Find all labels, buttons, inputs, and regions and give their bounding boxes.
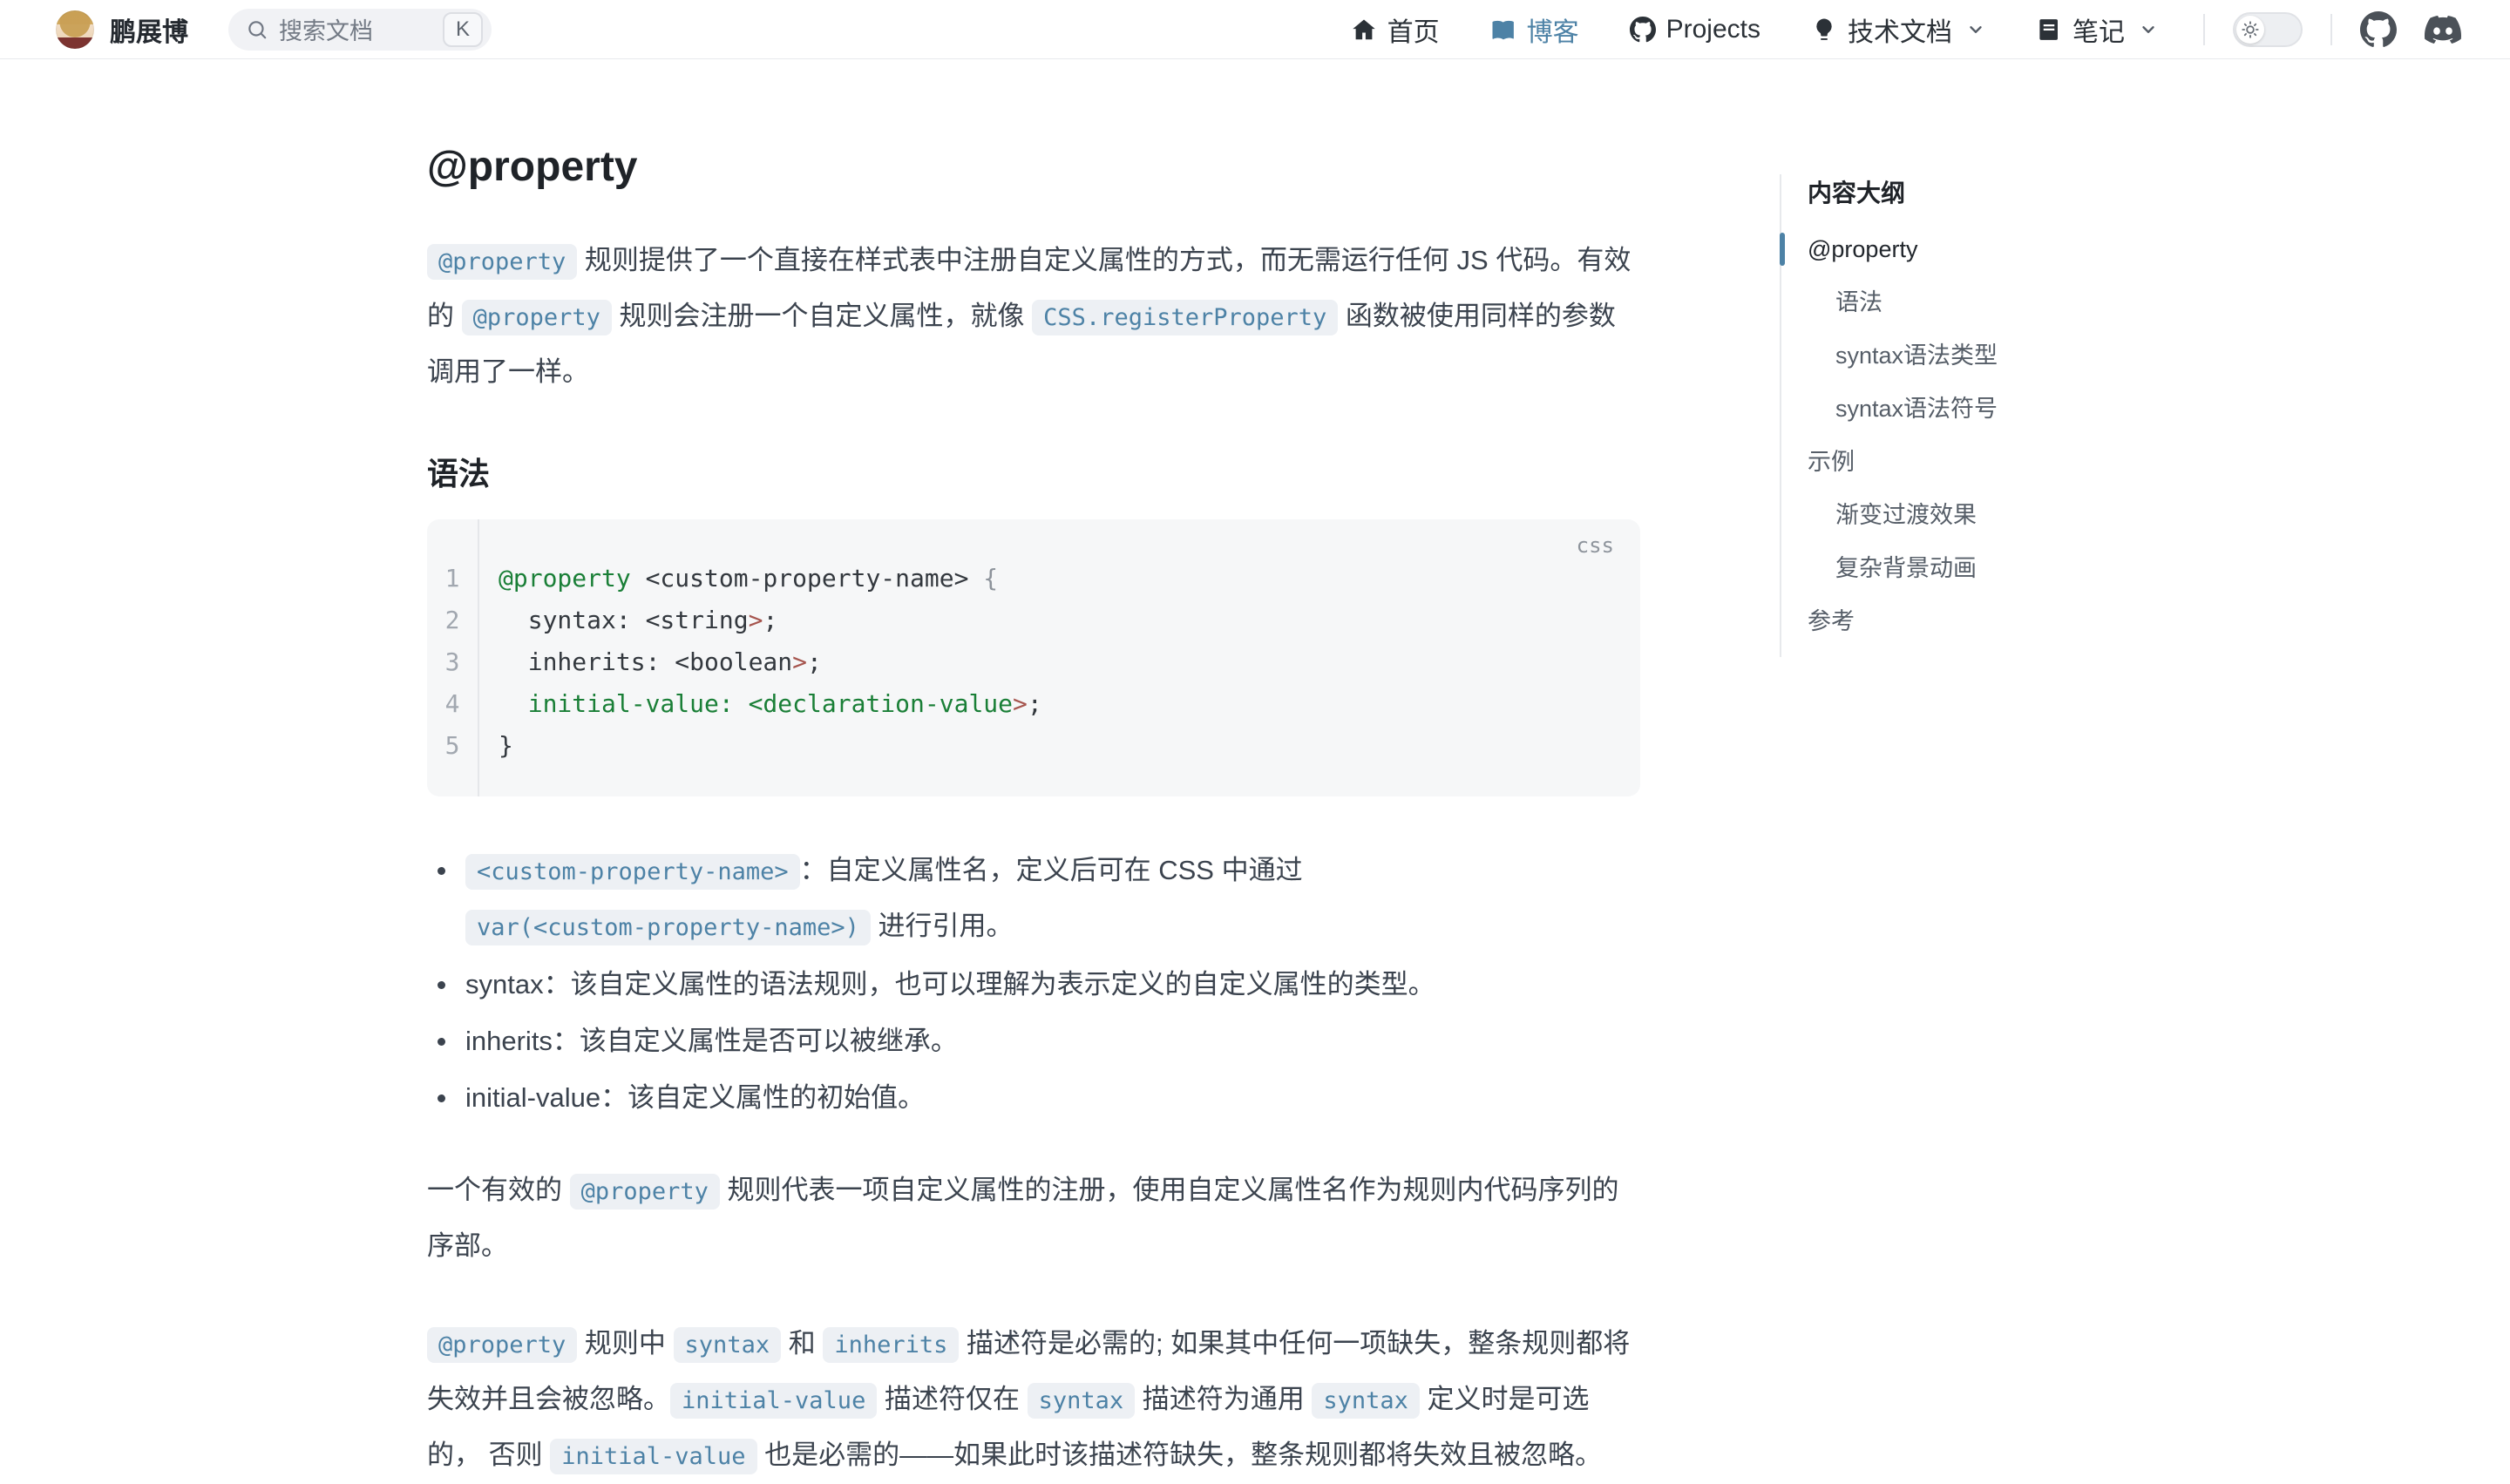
line-number-divider: [478, 519, 479, 796]
table-of-contents: 内容大纲 @property 语法 syntax语法类型 syntax语法符号示例渐变…: [1780, 174, 2154, 657]
nav-label: 技术文档: [1848, 10, 1952, 49]
open-book-icon: [1490, 17, 1516, 43]
nav-item-blog[interactable]: 博客: [1490, 10, 1579, 49]
line-number: 5: [427, 725, 478, 767]
search-icon: [246, 18, 268, 41]
search-shortcut-key: K: [443, 12, 483, 47]
brand: 鹏展博: [56, 10, 188, 49]
nav-item-notes[interactable]: 笔记: [2036, 10, 2158, 49]
inline-code: syntax: [674, 1327, 782, 1363]
code-text: initial-value: <declaration-value>;: [478, 683, 1042, 725]
inline-code: syntax: [1028, 1383, 1136, 1419]
toc-item[interactable]: 参考: [1808, 604, 2154, 639]
code-block: css 1@property <custom-property-name> {2…: [427, 519, 1640, 796]
inline-code: initial-value: [670, 1383, 877, 1419]
intro-paragraph: @property 规则提供了一个直接在样式表中注册自定义属性的方式，而无需运行…: [427, 234, 1640, 399]
code-text: syntax: <string>;: [478, 600, 777, 641]
github-icon: [2360, 11, 2397, 48]
nav-label: Projects: [1666, 15, 1760, 44]
nav-label: 首页: [1387, 10, 1440, 49]
inline-code: var(<custom-property-name>): [465, 910, 871, 945]
toc-item[interactable]: syntax语法类型: [1808, 338, 2154, 373]
primary-nav: 首页 博客 Projects 技术文档 笔记: [1351, 10, 2158, 49]
doc-article: @property @property 规则提供了一个直接在样式表中注册自定义属…: [427, 59, 1640, 1484]
site-avatar[interactable]: [56, 10, 94, 49]
chevron-down-icon: [1966, 20, 1985, 39]
nav-item-home[interactable]: 首页: [1351, 10, 1440, 49]
toc-item[interactable]: 语法: [1808, 285, 2154, 320]
nav-label: 博客: [1527, 10, 1579, 49]
line-number: 4: [427, 683, 478, 725]
inline-code: initial-value: [550, 1439, 756, 1474]
home-icon: [1351, 17, 1377, 43]
journal-icon: [2036, 17, 2062, 43]
toc-item[interactable]: syntax语法符号: [1808, 391, 2154, 426]
search-box[interactable]: 搜索文档 K: [228, 9, 492, 51]
code-lines: 1@property <custom-property-name> {2 syn…: [427, 558, 1640, 767]
list-item: syntax：该自定义属性的语法规则，也可以理解为表示定义的自定义属性的类型。: [427, 958, 1640, 1012]
lightbulb-icon: [1811, 17, 1837, 43]
list-item: initial-value：该自定义属性的初始值。: [427, 1071, 1640, 1125]
code-text: @property <custom-property-name> {: [478, 558, 998, 600]
github-octocat-icon: [1630, 17, 1656, 43]
inline-code: @property: [570, 1174, 720, 1210]
code-line: 2 syntax: <string>;: [427, 600, 1640, 641]
divider: [2203, 14, 2205, 45]
discord-icon: [2425, 11, 2461, 48]
header-actions: [2203, 11, 2461, 48]
requirements-paragraph: @property 规则中 syntax 和 inherits 描述符是必需的;…: [427, 1317, 1640, 1484]
line-number: 2: [427, 600, 478, 641]
inline-code: inherits: [823, 1327, 959, 1363]
toc-item[interactable]: 复杂背景动画: [1808, 551, 2154, 586]
inline-code: CSS.registerProperty: [1032, 300, 1338, 335]
inline-code: syntax: [1312, 1383, 1420, 1419]
line-number: 3: [427, 641, 478, 683]
discord-link[interactable]: [2425, 11, 2461, 48]
list-item: inherits：该自定义属性是否可以被继承。: [427, 1014, 1640, 1068]
chevron-down-icon: [2139, 20, 2158, 39]
theme-toggle-knob: [2236, 16, 2264, 44]
registration-paragraph: 一个有效的 @property 规则代表一项自定义属性的注册，使用自定义属性名作…: [427, 1163, 1640, 1273]
divider: [2330, 14, 2332, 45]
line-number: 1: [427, 558, 478, 600]
code-text: inherits: <boolean>;: [478, 641, 822, 683]
site-title[interactable]: 鹏展博: [110, 10, 188, 49]
toc-title: 内容大纲: [1808, 174, 2154, 213]
nav-label: 笔记: [2072, 10, 2125, 49]
nav-item-projects[interactable]: Projects: [1630, 15, 1760, 44]
sun-icon: [2241, 20, 2260, 39]
code-language-badge: css: [1577, 533, 1614, 558]
section-title-syntax: 语法: [427, 455, 1640, 493]
top-nav: 鹏展博 搜索文档 K 首页 博客 Projects 技术文档 笔记: [0, 0, 2510, 59]
inline-code: @property: [462, 300, 612, 335]
toc-item-active[interactable]: @property: [1808, 232, 2154, 267]
page-title: @property: [427, 143, 1640, 192]
code-line: 5}: [427, 725, 1640, 767]
search-placeholder: 搜索文档: [279, 12, 373, 46]
toc-item[interactable]: 示例: [1808, 444, 2154, 479]
code-text: }: [478, 725, 513, 767]
nav-item-tech-docs[interactable]: 技术文档: [1811, 10, 1985, 49]
code-line: 3 inherits: <boolean>;: [427, 641, 1640, 683]
list-item: <custom-property-name>：自定义属性名，定义后可在 CSS …: [427, 844, 1640, 955]
theme-toggle[interactable]: [2233, 12, 2303, 47]
inline-code: <custom-property-name>: [465, 854, 800, 890]
inline-code: @property: [427, 1327, 577, 1363]
descriptor-list: <custom-property-name>：自定义属性名，定义后可在 CSS …: [427, 844, 1640, 1125]
inline-code: @property: [427, 244, 577, 280]
code-line: 1@property <custom-property-name> {: [427, 558, 1640, 600]
toc-list: @property 语法 syntax语法类型 syntax语法符号示例渐变过渡效果复…: [1808, 232, 2154, 639]
code-line: 4 initial-value: <declaration-value>;: [427, 683, 1640, 725]
github-link[interactable]: [2360, 11, 2397, 48]
toc-item[interactable]: 渐变过渡效果: [1808, 498, 2154, 532]
